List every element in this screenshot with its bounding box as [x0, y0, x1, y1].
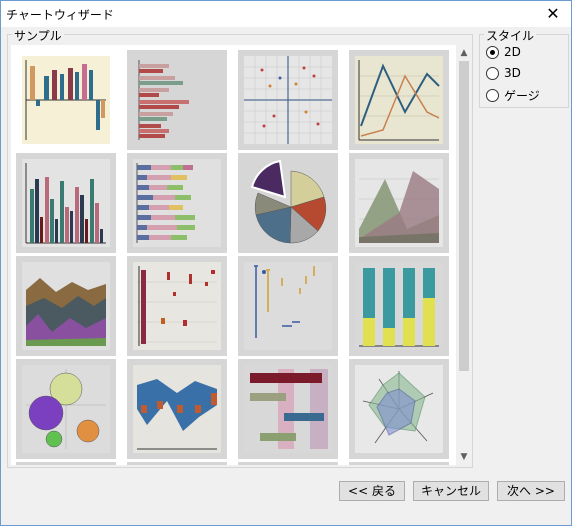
radio-gauge-button[interactable] — [486, 89, 499, 102]
radar-chart-icon — [355, 365, 443, 453]
chart-wizard-window: チャートウィザード ✕ サンプル ▲ ▼ スタイル 2D 3D ゲージ << 戻… — [0, 0, 572, 526]
title-bar: チャートウィザード ✕ — [1, 1, 571, 27]
chart-sample-list[interactable] — [11, 45, 456, 465]
radio-2d-label: 2D — [504, 45, 521, 59]
horizontal-bar-chart-icon — [133, 56, 221, 144]
scroll-thumb[interactable] — [459, 61, 469, 371]
scroll-up-icon[interactable]: ▲ — [457, 45, 471, 61]
radio-3d-button[interactable] — [486, 66, 499, 80]
line-chart-icon — [355, 56, 443, 144]
tile-row5-2[interactable] — [127, 462, 227, 465]
tile-horizontal-bar-chart[interactable] — [127, 50, 227, 150]
tile-line-chart[interactable] — [349, 50, 449, 150]
tile-stacked-column-chart[interactable] — [349, 256, 449, 356]
radio-2d[interactable]: 2D — [486, 45, 521, 59]
tile-pie-chart[interactable] — [238, 153, 338, 253]
tile-range-area-chart[interactable] — [127, 359, 227, 459]
tile-area-chart[interactable] — [349, 153, 449, 253]
scroll-down-icon[interactable]: ▼ — [457, 449, 471, 465]
sample-group: サンプル ▲ ▼ — [7, 27, 473, 468]
high-low-chart-icon — [133, 262, 221, 350]
grouped-bar-chart-icon — [22, 159, 110, 247]
next-button[interactable]: 次へ >> — [497, 481, 565, 501]
tile-error-bar-chart[interactable] — [238, 256, 338, 356]
stacked-area-chart-icon — [22, 262, 110, 350]
stacked-horizontal-bar-chart-icon — [133, 159, 221, 247]
range-area-chart-icon — [133, 365, 221, 453]
radio-2d-button[interactable] — [486, 45, 499, 59]
tile-bar-chart[interactable] — [16, 50, 116, 150]
error-bar-chart-icon — [244, 262, 332, 350]
tile-bubble-chart[interactable] — [16, 359, 116, 459]
radio-gauge-label: ゲージ — [504, 89, 540, 103]
tile-row5-1[interactable] — [16, 462, 116, 465]
radio-gauge[interactable]: ゲージ — [486, 87, 540, 104]
cancel-button[interactable]: キャンセル — [413, 481, 489, 501]
tile-radar-chart[interactable] — [349, 359, 449, 459]
style-group: スタイル 2D 3D ゲージ — [479, 27, 569, 108]
radio-3d[interactable]: 3D — [486, 66, 521, 80]
tile-row5-4[interactable] — [349, 462, 449, 465]
tile-stacked-horizontal-bar-chart[interactable] — [127, 153, 227, 253]
vertical-scrollbar[interactable]: ▲ ▼ — [457, 45, 471, 465]
bubble-chart-icon — [22, 365, 110, 453]
area-chart-icon — [355, 159, 443, 247]
close-icon[interactable]: ✕ — [543, 4, 563, 24]
pie-chart-icon — [244, 159, 332, 247]
tile-scatter-chart[interactable] — [238, 50, 338, 150]
sample-group-label: サンプル — [12, 27, 64, 44]
scatter-chart-icon — [244, 56, 332, 144]
style-group-label: スタイル — [484, 27, 537, 44]
bar-chart-icon — [22, 56, 110, 144]
gantt-chart-icon — [244, 365, 332, 453]
tile-row5-3[interactable] — [238, 462, 338, 465]
tile-gantt-chart[interactable] — [238, 359, 338, 459]
radio-3d-label: 3D — [504, 66, 521, 80]
tile-grouped-bar-chart[interactable] — [16, 153, 116, 253]
back-button[interactable]: << 戻る — [339, 481, 405, 501]
stacked-column-chart-icon — [355, 262, 443, 350]
window-title: チャートウィザード — [6, 8, 114, 22]
tile-stacked-area-chart[interactable] — [16, 256, 116, 356]
tile-high-low-chart[interactable] — [127, 256, 227, 356]
